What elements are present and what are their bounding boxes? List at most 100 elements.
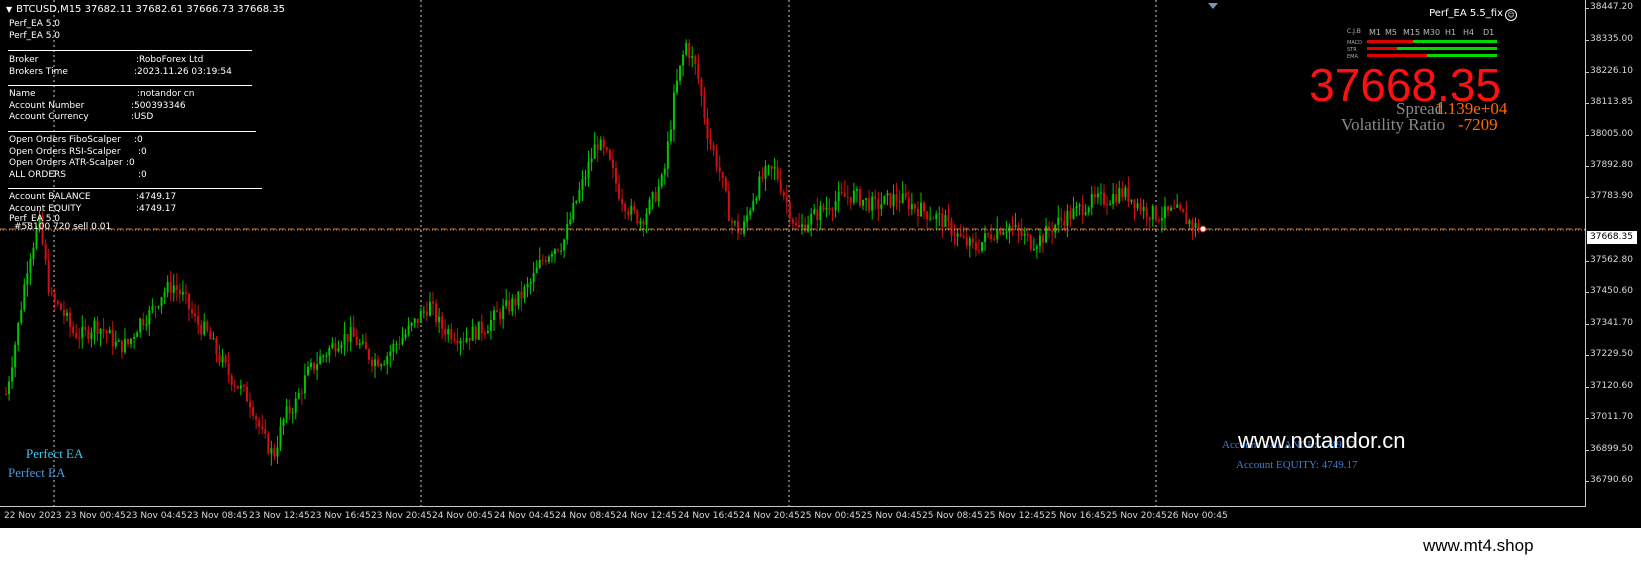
time-tick-label: 24 Nov 20:45 xyxy=(739,511,800,521)
candle-body xyxy=(791,218,794,224)
candle-body xyxy=(639,221,642,224)
candle-body xyxy=(1093,193,1096,198)
candle-body xyxy=(746,215,749,222)
broker-value: :RoboForex Ltd xyxy=(136,55,204,65)
time-axis[interactable]: 22 Nov 2023 23 Nov 00:45 23 Nov 04:45 23 No… xyxy=(0,507,1586,528)
ea-label-2: Perf_EA 5.0 xyxy=(9,31,61,41)
candle-body xyxy=(255,415,258,420)
candle-body xyxy=(258,419,261,427)
candle-body xyxy=(907,197,910,210)
candle-body xyxy=(194,313,197,317)
candle-body xyxy=(148,309,151,325)
candle-body xyxy=(624,203,627,212)
candle-body xyxy=(23,284,26,310)
candle-body xyxy=(1167,206,1170,211)
price-axis[interactable]: 38447.20 38335.00 38226.10 38113.85 38005.00… xyxy=(1586,0,1641,507)
candle-body xyxy=(300,393,303,395)
candle-body xyxy=(380,364,383,367)
candle-body xyxy=(721,171,724,179)
candle-body xyxy=(407,325,410,335)
time-tick-label: 23 Nov 12:45 xyxy=(249,511,310,521)
open-fibo-value: :0 xyxy=(134,135,143,145)
candle-body xyxy=(209,330,212,340)
candle-body xyxy=(1096,193,1099,198)
chart-title: ▼ BTCUSD,M15 37682.11 37682.61 37666.73 3… xyxy=(6,4,285,15)
candle-body xyxy=(172,285,175,293)
candle-body xyxy=(959,233,962,237)
candle-body xyxy=(520,291,523,299)
candle-body xyxy=(1188,220,1191,225)
candle-body xyxy=(123,338,126,353)
perfect-ea-label: Perfect EA xyxy=(26,446,84,461)
candle-body xyxy=(526,284,529,287)
candle-body xyxy=(685,43,688,55)
candle-body xyxy=(5,394,7,396)
candle-body xyxy=(584,177,587,180)
chart-shift-marker[interactable] xyxy=(1208,3,1218,9)
candle-body xyxy=(151,306,154,310)
candle-body xyxy=(977,250,980,252)
candle-body xyxy=(206,321,209,331)
candle-body xyxy=(221,356,224,363)
tf-header: M5 xyxy=(1385,28,1397,37)
candle-body xyxy=(486,330,489,334)
price-tick-label: 38226.10 xyxy=(1586,66,1633,76)
candle-body xyxy=(62,309,65,316)
candle-body xyxy=(706,118,709,139)
candle-body xyxy=(53,293,56,302)
candle-body xyxy=(810,214,813,225)
expert-advisor-name[interactable]: Perf_EA 5.5_fix ☺ xyxy=(1429,8,1517,21)
candle-body xyxy=(87,329,90,339)
candle-body xyxy=(450,329,453,339)
dropdown-triangle-icon[interactable]: ▼ xyxy=(6,5,12,14)
broker-time-value: :2023.11.26 03:19:54 xyxy=(134,67,232,77)
candle-body xyxy=(868,198,871,211)
candle-body xyxy=(496,310,499,313)
candle-body xyxy=(517,291,520,306)
time-tick-label: 23 Nov 04:45 xyxy=(126,511,187,521)
candle-body xyxy=(965,237,968,246)
candle-body xyxy=(511,298,514,312)
candle-body xyxy=(191,309,194,314)
candle-body xyxy=(663,168,666,175)
tf-header: M30 xyxy=(1423,28,1441,37)
candle-body xyxy=(538,259,541,268)
candle-body xyxy=(523,286,526,299)
candle-body xyxy=(1124,187,1127,198)
candle-body xyxy=(981,242,983,252)
order-line-label[interactable]: #58100 720 sell 0.01 xyxy=(14,222,111,232)
price-tick-label: 37120.60 xyxy=(1586,381,1633,391)
candle-body xyxy=(102,328,105,332)
candle-body xyxy=(316,364,319,370)
candle-body xyxy=(32,247,35,259)
candle-body xyxy=(660,174,663,187)
candle-body xyxy=(550,254,553,257)
time-tick-label: 24 Nov 12:45 xyxy=(616,511,677,521)
candle-body xyxy=(8,381,11,395)
candle-body xyxy=(898,200,901,203)
candle-body xyxy=(596,144,599,150)
candle-body xyxy=(630,205,633,215)
candle-body xyxy=(633,205,636,211)
candle-body xyxy=(813,209,816,215)
divider xyxy=(8,85,252,86)
candle-body xyxy=(749,210,752,216)
candle-body xyxy=(401,337,404,345)
chart-area[interactable]: ▼ BTCUSD,M15 37682.11 37682.61 37666.73 3… xyxy=(0,0,1586,507)
candle-body xyxy=(361,341,364,344)
candle-body xyxy=(96,320,99,334)
candle-body xyxy=(413,318,416,323)
candle-body xyxy=(1048,226,1051,231)
candle-body xyxy=(846,196,849,198)
candle-body xyxy=(249,401,251,408)
tf-header: M15 xyxy=(1403,28,1421,37)
candle-body xyxy=(855,189,858,191)
candle-body xyxy=(645,213,648,225)
candle-body xyxy=(1148,217,1151,220)
candle-body xyxy=(303,375,306,394)
candle-body xyxy=(50,292,53,294)
candle-body xyxy=(252,407,255,416)
candle-body xyxy=(188,293,190,310)
candle-body xyxy=(569,219,572,225)
candle-body xyxy=(444,328,447,335)
